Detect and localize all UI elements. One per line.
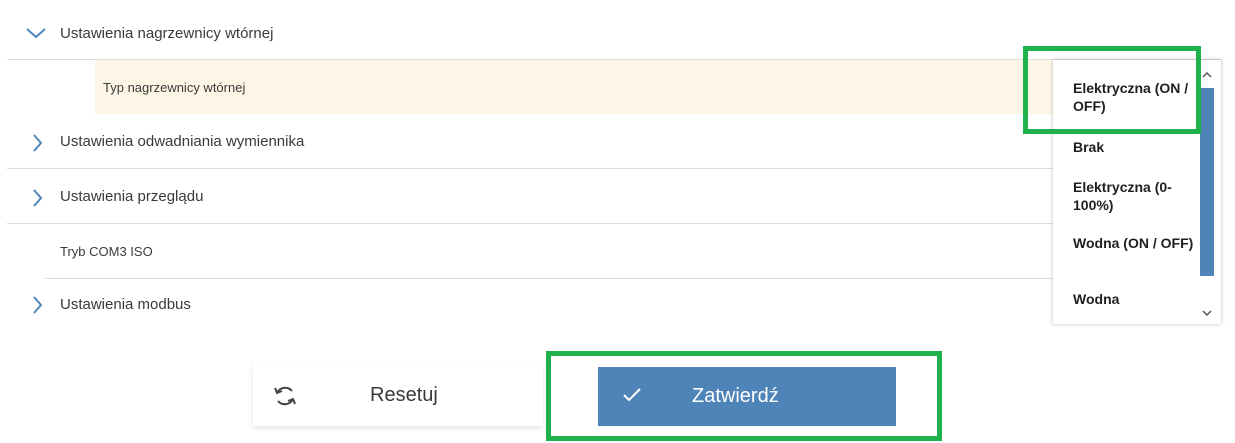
reset-label: Resetuj xyxy=(370,383,438,406)
refresh-icon xyxy=(274,386,296,406)
setting-label: Typ nagrzewnicy wtórnej xyxy=(103,79,246,95)
scroll-up-icon[interactable] xyxy=(1201,70,1213,80)
dropdown-option[interactable]: Brak xyxy=(1073,138,1198,156)
setting-tryb-com3-iso[interactable]: Tryb COM3 ISO xyxy=(7,224,1222,279)
dropdown-option[interactable]: Wodna xyxy=(1073,290,1198,308)
chevron-right-icon xyxy=(33,134,43,152)
section-label: Ustawienia przeglądu xyxy=(60,188,204,205)
reset-button[interactable]: Resetuj xyxy=(253,364,543,426)
chevron-right-icon xyxy=(33,189,43,207)
chevron-right-icon xyxy=(33,296,43,314)
chevron-down-icon xyxy=(26,28,46,39)
section-label: Ustawienia odwadniania wymiennika xyxy=(60,133,305,150)
dropdown-option[interactable]: Elektryczna (0-100%) xyxy=(1073,178,1198,214)
setting-label: Tryb COM3 ISO xyxy=(60,244,153,259)
section-ustawienia-modbus[interactable]: Ustawienia modbus xyxy=(7,279,1222,330)
highlight-frame-confirm xyxy=(546,351,942,441)
section-label: Ustawienia modbus xyxy=(60,296,191,313)
dropdown-option[interactable]: Wodna (ON / OFF) xyxy=(1073,234,1198,252)
highlight-frame-selected-option xyxy=(1023,46,1201,134)
scroll-down-icon[interactable] xyxy=(1201,308,1213,318)
section-ustawienia-przegladu[interactable]: Ustawienia przeglądu xyxy=(7,169,1222,224)
section-label: Ustawienia nagrzewnicy wtórnej xyxy=(60,24,274,42)
dropdown-scrollbar-thumb[interactable] xyxy=(1200,88,1214,276)
